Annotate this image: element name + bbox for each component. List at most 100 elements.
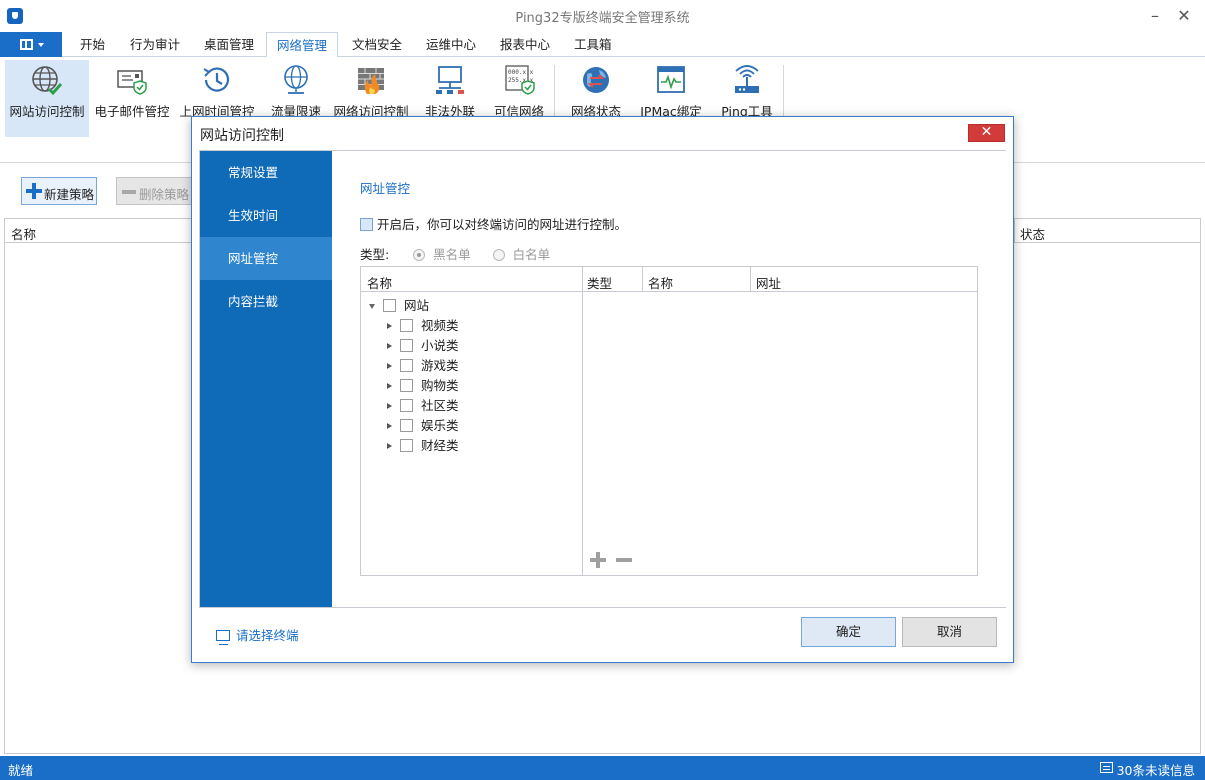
plus-icon [26, 183, 42, 199]
column-header-url[interactable]: 网址 [756, 273, 781, 292]
collapse-arrow-icon[interactable] [369, 304, 375, 309]
tree-checkbox[interactable] [400, 359, 413, 372]
globe-check-icon [32, 66, 63, 96]
ok-button[interactable]: 确定 [801, 617, 896, 647]
tree-node-label: 财经类 [421, 438, 459, 453]
network-status-icon [583, 67, 609, 93]
tree-column-header: 名称 [367, 276, 393, 291]
expand-arrow-icon[interactable] [387, 383, 392, 389]
whitelist-label: 白名单 [512, 247, 551, 262]
tab-report-center[interactable]: 报表中心 [490, 32, 560, 57]
tree-node-label: 娱乐类 [421, 418, 459, 433]
status-text: 就绪 [8, 763, 34, 778]
app-window: Ping32专版终端安全管理系统 – ✕ 开始 行为审计 桌面管理 网络管理 文… [0, 0, 1205, 780]
title-bar: Ping32专版终端安全管理系统 – ✕ [0, 0, 1205, 32]
sidebar-item-content-blocking[interactable]: 内容拦截 [200, 280, 332, 323]
tree-node-label: 小说类 [421, 338, 459, 353]
minimize-button[interactable]: – [1143, 4, 1167, 28]
column-divider [750, 267, 751, 292]
ribbon-website-access-control[interactable]: 网站访问控制 [5, 60, 89, 137]
whitelist-radio[interactable] [492, 249, 505, 261]
enable-checkbox[interactable] [360, 218, 373, 231]
dialog-content: 网址管控 开启后，你可以对终端访问的网址进行控制。 类型: 黑名单 白名单 名称… [332, 151, 1006, 607]
new-policy-button[interactable]: 新建策略 [21, 177, 97, 205]
ping-tool-icon [735, 65, 759, 93]
select-terminal-link[interactable]: 请选择终端 [216, 625, 299, 645]
tree-checkbox[interactable] [400, 439, 413, 452]
delete-policy-button[interactable]: 删除策略 [116, 177, 196, 205]
cancel-button[interactable]: 取消 [902, 617, 997, 647]
tab-desktop-management[interactable]: 桌面管理 [194, 32, 264, 57]
select-terminal-label: 请选择终端 [236, 628, 299, 643]
url-list-grid: 类型 名称 网址 [582, 266, 978, 576]
mail-shield-icon [117, 70, 147, 95]
window-title: Ping32专版终端安全管理系统 [515, 11, 690, 26]
tree-checkbox[interactable] [383, 299, 396, 312]
enable-checkbox-label: 开启后，你可以对终端访问的网址进行控制。 [376, 217, 627, 232]
tree-node-root[interactable]: 网站 [369, 295, 429, 315]
tree-header: 名称 [361, 267, 582, 292]
dialog-sidebar: 常规设置 生效时间 网址管控 内容拦截 [200, 151, 332, 607]
remove-url-button[interactable] [616, 558, 632, 562]
tree-node-shopping[interactable]: 购物类 [387, 375, 459, 395]
blacklist-label: 黑名单 [433, 247, 471, 262]
trusted-ip-icon: 000.x.x 255.x.x [505, 65, 535, 95]
tree-node-label: 购物类 [421, 378, 459, 393]
sidebar-item-url-control[interactable]: 网址管控 [200, 237, 332, 280]
dialog-close-button[interactable]: ✕ [968, 124, 1005, 142]
expand-arrow-icon[interactable] [387, 343, 392, 349]
new-policy-label: 新建策略 [44, 187, 95, 202]
minus-icon [122, 190, 136, 194]
tab-toolbox[interactable]: 工具箱 [564, 32, 622, 57]
enable-checkbox-row[interactable]: 开启后，你可以对终端访问的网址进行控制。 [360, 214, 627, 233]
tab-document-security[interactable]: 文档安全 [342, 32, 412, 57]
tree-checkbox[interactable] [400, 419, 413, 432]
tree-node-community[interactable]: 社区类 [387, 395, 459, 415]
tree-node-entertainment[interactable]: 娱乐类 [387, 415, 459, 435]
app-menu-button[interactable] [0, 32, 62, 57]
footer-divider [199, 607, 1006, 608]
tree-checkbox[interactable] [400, 399, 413, 412]
expand-arrow-icon[interactable] [387, 423, 392, 429]
column-header-status[interactable]: 状态 [1020, 224, 1045, 243]
type-selector: 类型: 黑名单 白名单 [360, 244, 550, 263]
tree-node-label: 视频类 [421, 318, 459, 333]
tab-network-management[interactable]: 网络管理 [266, 32, 339, 58]
sidebar-item-effective-time[interactable]: 生效时间 [200, 194, 332, 237]
tree-node-finance[interactable]: 财经类 [387, 435, 459, 455]
expand-arrow-icon[interactable] [387, 323, 392, 329]
sidebar-item-general-settings[interactable]: 常规设置 [200, 151, 332, 194]
tree-checkbox[interactable] [400, 379, 413, 392]
close-window-button[interactable]: ✕ [1172, 4, 1196, 28]
blacklist-radio[interactable] [413, 249, 426, 261]
expand-arrow-icon[interactable] [387, 363, 392, 369]
column-header-name[interactable]: 名称 [648, 273, 673, 292]
tree-node-video[interactable]: 视频类 [387, 315, 459, 335]
column-header-name[interactable]: 名称 [11, 224, 36, 243]
ribbon-email-control[interactable]: 电子邮件管控 [93, 60, 171, 137]
tree-node-game[interactable]: 游戏类 [387, 355, 459, 375]
expand-arrow-icon[interactable] [387, 443, 392, 449]
clock-history-icon [203, 67, 230, 92]
tree-node-label: 网站 [404, 298, 430, 313]
book-icon [20, 39, 33, 50]
tab-start[interactable]: 开始 [70, 32, 115, 57]
message-icon[interactable] [1100, 762, 1113, 773]
status-bar: 就绪 30条未读信息 [0, 756, 1205, 780]
unread-messages-link[interactable]: 30条未读信息 [1117, 760, 1195, 779]
tab-behavior-audit[interactable]: 行为审计 [120, 32, 190, 57]
tree-node-novel[interactable]: 小说类 [387, 335, 459, 355]
monitor-icon [216, 630, 230, 645]
add-url-button[interactable] [590, 552, 606, 568]
tab-ops-center[interactable]: 运维中心 [416, 32, 486, 57]
tree-checkbox[interactable] [400, 339, 413, 352]
tree-checkbox[interactable] [400, 319, 413, 332]
menu-bar: 开始 行为审计 桌面管理 网络管理 文档安全 运维中心 报表中心 工具箱 [0, 32, 1205, 58]
ribbon-label: 网站访问控制 [9, 104, 85, 119]
website-access-control-dialog: 网站访问控制 ✕ 常规设置 生效时间 网址管控 内容拦截 网址管控 开启后，你可… [191, 116, 1014, 663]
expand-arrow-icon[interactable] [387, 403, 392, 409]
category-tree: 名称 网站 视频类 小说类 游戏类 购物类 社区类 娱乐类 财经类 [360, 266, 582, 576]
type-label: 类型: [360, 247, 390, 262]
ipmac-bind-icon [657, 66, 685, 93]
column-header-type[interactable]: 类型 [587, 273, 612, 292]
